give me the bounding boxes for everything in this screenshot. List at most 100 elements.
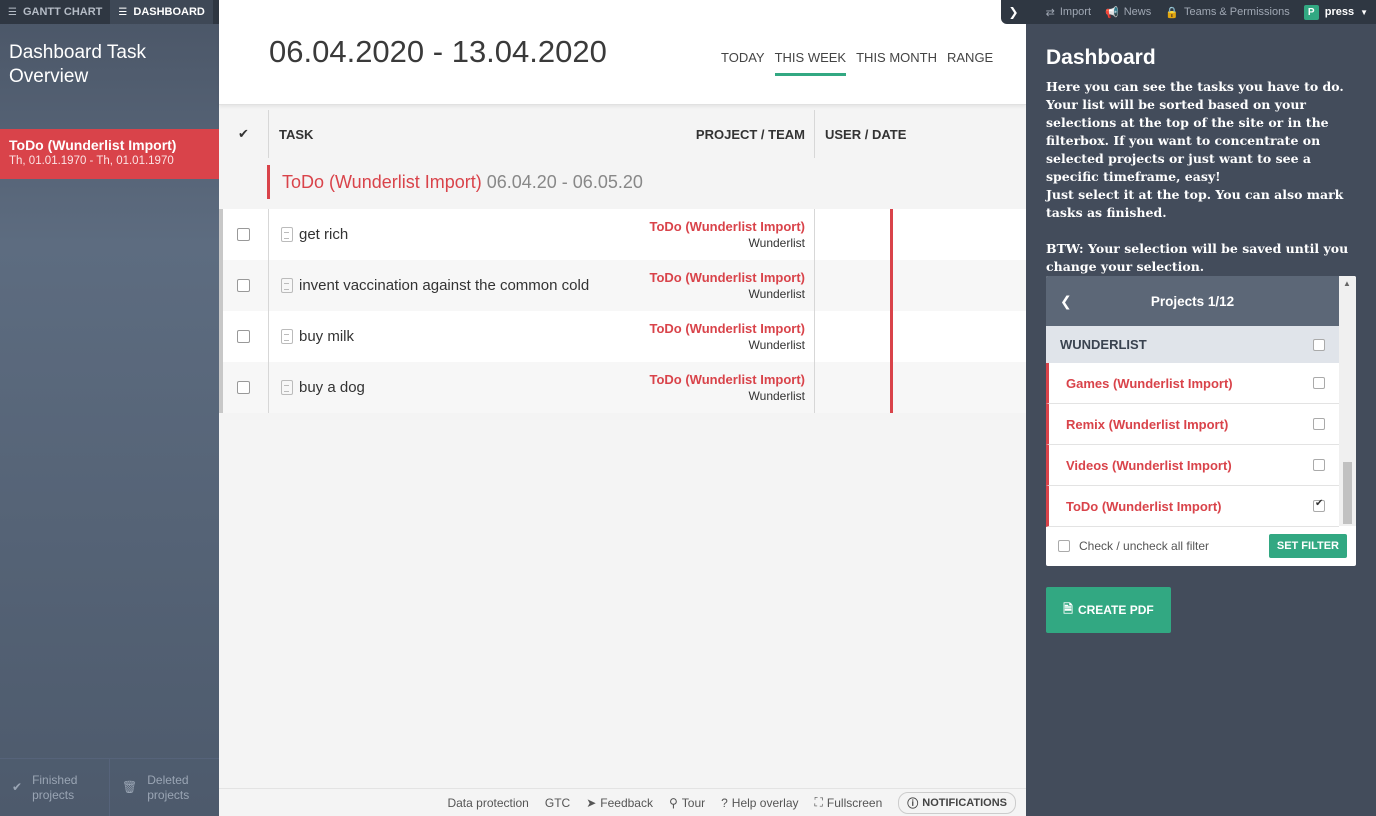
- table-row: buy a dog ToDo (Wunderlist Import) Wunder…: [219, 362, 1026, 413]
- caret-down-icon: ▼: [1360, 7, 1368, 17]
- task-project[interactable]: ToDo (Wunderlist Import): [650, 219, 806, 234]
- user-menu[interactable]: Ppress ▼: [1303, 4, 1368, 20]
- task-checkbox[interactable]: [237, 330, 250, 343]
- tab-dashboard[interactable]: ☰ DASHBOARD: [110, 0, 213, 24]
- tour-label: Tour: [681, 795, 706, 810]
- back-icon[interactable]: ❮: [1060, 293, 1072, 310]
- create-pdf-label: CREATE PDF: [1077, 603, 1154, 617]
- header-task-project: TASK PROJECT / TEAM: [269, 110, 815, 158]
- description-paragraph: BTW: Your selection will be saved until …: [1046, 241, 1349, 274]
- task-name[interactable]: buy milk: [299, 328, 354, 345]
- task-checkbox-cell: [219, 209, 269, 260]
- user-date-cell: [815, 311, 893, 362]
- task-cell: buy milk ToDo (Wunderlist Import) Wunderl…: [269, 311, 815, 362]
- task-project[interactable]: ToDo (Wunderlist Import): [650, 321, 806, 336]
- task-list: get rich ToDo (Wunderlist Import) Wunderl…: [219, 209, 1026, 413]
- teams-label: Teams & Permissions: [1183, 6, 1290, 18]
- panel-title: Dashboard: [1046, 46, 1156, 69]
- main-content: 06.04.2020 - 13.04.2020 TODAY THIS WEEK …: [219, 0, 1026, 816]
- footer-fullscreen[interactable]: ⛶ Fullscreen: [815, 795, 883, 810]
- news-label: News: [1123, 6, 1152, 18]
- filter-item-checkbox[interactable]: [1313, 459, 1325, 471]
- filter-item-checkbox[interactable]: [1313, 418, 1325, 430]
- task-checkbox[interactable]: [237, 279, 250, 292]
- deleted-projects-button[interactable]: 🗑 Deleted projects: [109, 759, 219, 816]
- scroll-up-icon[interactable]: ▲: [1343, 279, 1351, 288]
- task-team: Wunderlist: [748, 389, 805, 403]
- check-all-checkbox[interactable]: [1058, 540, 1070, 552]
- date-range: 06.04.2020 - 13.04.2020: [269, 34, 607, 69]
- view-today[interactable]: TODAY: [721, 50, 765, 76]
- create-pdf-button[interactable]: 🗎 CREATE PDF: [1046, 587, 1171, 633]
- view-this-month[interactable]: THIS MONTH: [856, 50, 937, 76]
- sidebar-item-title: ToDo (Wunderlist Import): [9, 137, 177, 153]
- finished-projects-label: Finished projects: [32, 772, 78, 802]
- sidebar-bottom: ✔ Finished projects 🗑 Deleted projects: [0, 758, 219, 816]
- task-checkbox[interactable]: [237, 381, 250, 394]
- footer-gtc[interactable]: GTC: [545, 796, 570, 810]
- task-checkbox[interactable]: [237, 228, 250, 241]
- trash-icon: 🗑: [122, 780, 138, 794]
- header-check-icon[interactable]: ✔: [219, 110, 269, 158]
- footer-tour[interactable]: ⚲ Tour: [669, 796, 705, 810]
- task-team: Wunderlist: [748, 338, 805, 352]
- teams-link[interactable]: 🔒 Teams & Permissions: [1165, 6, 1289, 19]
- sidebar-item-project[interactable]: ToDo (Wunderlist Import) Th, 01.01.1970 …: [0, 129, 219, 179]
- filter-group[interactable]: WUNDERLIST: [1046, 326, 1339, 363]
- notifications-button[interactable]: ⓘ NOTIFICATIONS: [898, 791, 1016, 814]
- dashboard-list-icon: ☰: [118, 6, 128, 18]
- footer-feedback[interactable]: ➤ Feedback: [586, 796, 653, 810]
- fullscreen-label: Fullscreen: [826, 795, 883, 810]
- view-range[interactable]: RANGE: [947, 50, 993, 76]
- check-icon: ✔: [12, 780, 23, 794]
- footer-data-protection[interactable]: Data protection: [447, 796, 528, 810]
- filter-item-label: Games (Wunderlist Import): [1066, 375, 1233, 391]
- import-label: Import: [1059, 6, 1092, 18]
- task-cell: invent vaccination against the common co…: [269, 260, 815, 311]
- collapse-right-button[interactable]: ❯: [1001, 0, 1026, 24]
- deleted-projects-label: Deleted projects: [147, 772, 190, 802]
- set-filter-button[interactable]: SET FILTER: [1268, 534, 1347, 558]
- task-project[interactable]: ToDo (Wunderlist Import): [650, 372, 806, 387]
- filter-item[interactable]: Games (Wunderlist Import): [1046, 363, 1339, 404]
- task-name[interactable]: buy a dog: [299, 379, 365, 396]
- filter-item-checkbox[interactable]: [1313, 498, 1325, 512]
- user-date-cell: [815, 260, 893, 311]
- check-all-label: Check / uncheck all filter: [1079, 539, 1210, 553]
- task-team: Wunderlist: [748, 287, 805, 301]
- filter-group-label: WUNDERLIST: [1060, 337, 1147, 352]
- table-row: invent vaccination against the common co…: [219, 260, 1026, 311]
- view-this-week[interactable]: THIS WEEK: [774, 50, 847, 76]
- table-row: get rich ToDo (Wunderlist Import) Wunderl…: [219, 209, 1026, 260]
- task-name[interactable]: get rich: [299, 226, 348, 243]
- table-header: ✔ TASK PROJECT / TEAM USER / DATE: [219, 110, 1026, 158]
- scrollbar-thumb[interactable]: [1343, 462, 1352, 524]
- clipboard-icon: [281, 227, 293, 242]
- row-indicator: [219, 209, 223, 260]
- footer-help[interactable]: ? Help overlay: [721, 796, 798, 810]
- avatar: P: [1303, 4, 1319, 20]
- filter-group-checkbox[interactable]: [1313, 338, 1325, 351]
- task-project[interactable]: ToDo (Wunderlist Import): [650, 270, 806, 285]
- fullscreen-icon: ⛶: [814, 795, 823, 809]
- filter-item[interactable]: Remix (Wunderlist Import): [1046, 404, 1339, 445]
- news-link[interactable]: 📢 News: [1105, 6, 1151, 19]
- filter-scrollbar[interactable]: ▲: [1339, 276, 1356, 526]
- chevron-right-icon: ❯: [1008, 5, 1019, 19]
- description-paragraph: Here you can see the tasks you have to d…: [1046, 79, 1344, 184]
- tab-gantt-chart[interactable]: ☰ GANTT CHART: [0, 0, 110, 24]
- user-date-cell: [815, 209, 893, 260]
- task-name[interactable]: invent vaccination against the common co…: [299, 277, 589, 294]
- group-range: 06.04.20 - 06.05.20: [486, 171, 643, 192]
- import-link[interactable]: ⇄ Import: [1046, 6, 1091, 19]
- filter-item[interactable]: ToDo (Wunderlist Import): [1046, 486, 1339, 527]
- clipboard-icon: [281, 380, 293, 395]
- tab-label: DASHBOARD: [133, 6, 205, 18]
- filter-item[interactable]: Videos (Wunderlist Import): [1046, 445, 1339, 486]
- filter-item-checkbox[interactable]: [1313, 377, 1325, 389]
- send-icon: ➤: [586, 795, 597, 810]
- group-name: ToDo (Wunderlist Import): [282, 171, 482, 192]
- clipboard-icon: [281, 329, 293, 344]
- filter-item-label: Videos (Wunderlist Import): [1066, 457, 1232, 473]
- finished-projects-button[interactable]: ✔ Finished projects: [0, 759, 109, 816]
